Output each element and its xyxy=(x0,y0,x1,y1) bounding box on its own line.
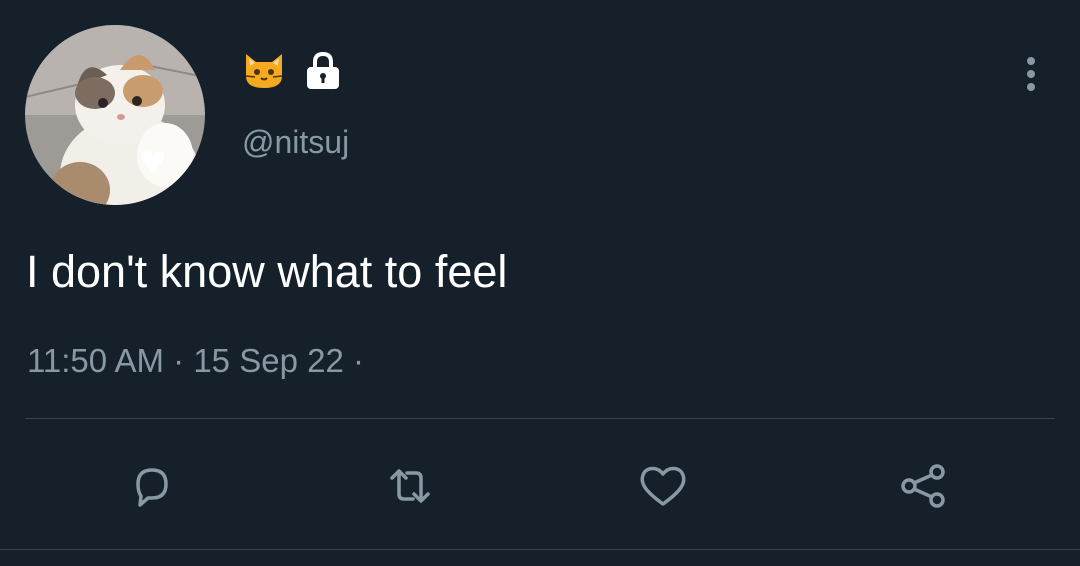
tweet-time: 11:50 AM xyxy=(27,342,164,379)
more-options-button[interactable] xyxy=(1016,54,1046,94)
display-name-row xyxy=(242,50,342,94)
avatar[interactable] xyxy=(25,25,205,205)
tweet-text: I don't know what to feel xyxy=(26,246,508,297)
heart-icon xyxy=(640,466,686,506)
bottom-divider xyxy=(0,549,1080,550)
avatar-cat-photo xyxy=(25,25,205,205)
divider xyxy=(25,418,1055,419)
share-button[interactable] xyxy=(895,458,951,514)
tweet-card: @nitsuj I don't know what to feel 11:50 … xyxy=(0,0,1080,566)
reply-button[interactable] xyxy=(124,458,180,514)
tweet-date: 15 Sep 22 xyxy=(193,342,344,379)
reply-icon xyxy=(136,468,168,507)
user-handle[interactable]: @nitsuj xyxy=(242,122,349,162)
retweet-button[interactable] xyxy=(382,458,438,514)
meta-trailing-separator: · xyxy=(352,342,364,379)
meta-separator: · xyxy=(173,342,185,379)
more-vertical-icon xyxy=(1027,57,1035,91)
action-bar xyxy=(0,458,1080,514)
like-button[interactable] xyxy=(635,458,691,514)
cat-face-icon xyxy=(242,50,286,95)
retweet-icon xyxy=(390,469,430,503)
share-icon xyxy=(901,464,945,508)
lock-icon xyxy=(304,50,342,95)
tweet-meta: 11:50 AM · 15 Sep 22 · xyxy=(27,340,364,382)
